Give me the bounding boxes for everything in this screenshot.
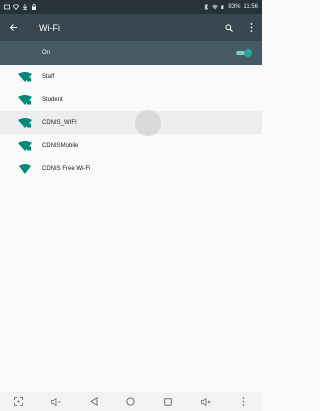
home-icon[interactable]: [121, 392, 141, 411]
recents-icon[interactable]: [158, 392, 178, 411]
download-icon: [22, 4, 28, 10]
wifi-open-icon: [19, 163, 31, 174]
bluetooth-icon: [204, 4, 209, 10]
touch-ripple: [135, 110, 161, 136]
network-name: Student: [42, 96, 63, 103]
wifi-toggle[interactable]: [234, 49, 252, 57]
page-title: Wi-Fi: [39, 22, 60, 33]
more-vert-icon[interactable]: [240, 14, 262, 41]
wifi-master-switch-row[interactable]: On: [0, 41, 262, 65]
network-row-staff[interactable]: Staff: [0, 65, 262, 88]
switch-label: On: [42, 50, 51, 56]
network-row-cdnis-wifi[interactable]: CDNIS_WIFI: [0, 110, 262, 136]
lock-icon: [32, 4, 36, 10]
network-name: CDNIS_WIFI: [42, 119, 77, 126]
status-bar: 83% 11:56: [0, 0, 262, 14]
network-name: Staff: [42, 73, 55, 80]
volume-down-icon[interactable]: [46, 392, 66, 411]
network-row-student[interactable]: Student: [0, 88, 262, 111]
network-name: CDNIS Free Wi-Fi: [42, 165, 91, 172]
network-list: Staff Student CDNIS_WIFI CDNISMobile CDN…: [0, 65, 262, 180]
menu-icon[interactable]: [233, 392, 253, 411]
search-icon[interactable]: [218, 14, 240, 41]
signal-icon: [212, 4, 219, 10]
wifi-locked-icon: [18, 71, 32, 82]
back-arrow-icon[interactable]: [0, 14, 27, 41]
wifi-locked-icon: [18, 117, 32, 128]
screenshot-icon[interactable]: [9, 392, 29, 411]
network-row-cdnis-free-wifi[interactable]: CDNIS Free Wi-Fi: [0, 157, 262, 180]
battery-percent: 83%: [228, 4, 241, 10]
wifi-locked-icon: [18, 94, 32, 105]
network-name: CDNISMobile: [42, 142, 79, 149]
network-row-cdnismobile[interactable]: CDNISMobile: [0, 134, 262, 157]
notification-icon: [4, 4, 10, 10]
battery-icon: [221, 5, 224, 9]
navigation-bar: [0, 392, 262, 411]
volume-up-icon[interactable]: [196, 392, 216, 411]
clock: 11:56: [243, 4, 258, 10]
toggle-thumb: [244, 49, 252, 57]
wifi-locked-icon: [18, 140, 32, 151]
wifi-icon: [13, 4, 19, 10]
app-bar: Wi-Fi: [0, 14, 262, 41]
back-icon[interactable]: [84, 392, 104, 411]
